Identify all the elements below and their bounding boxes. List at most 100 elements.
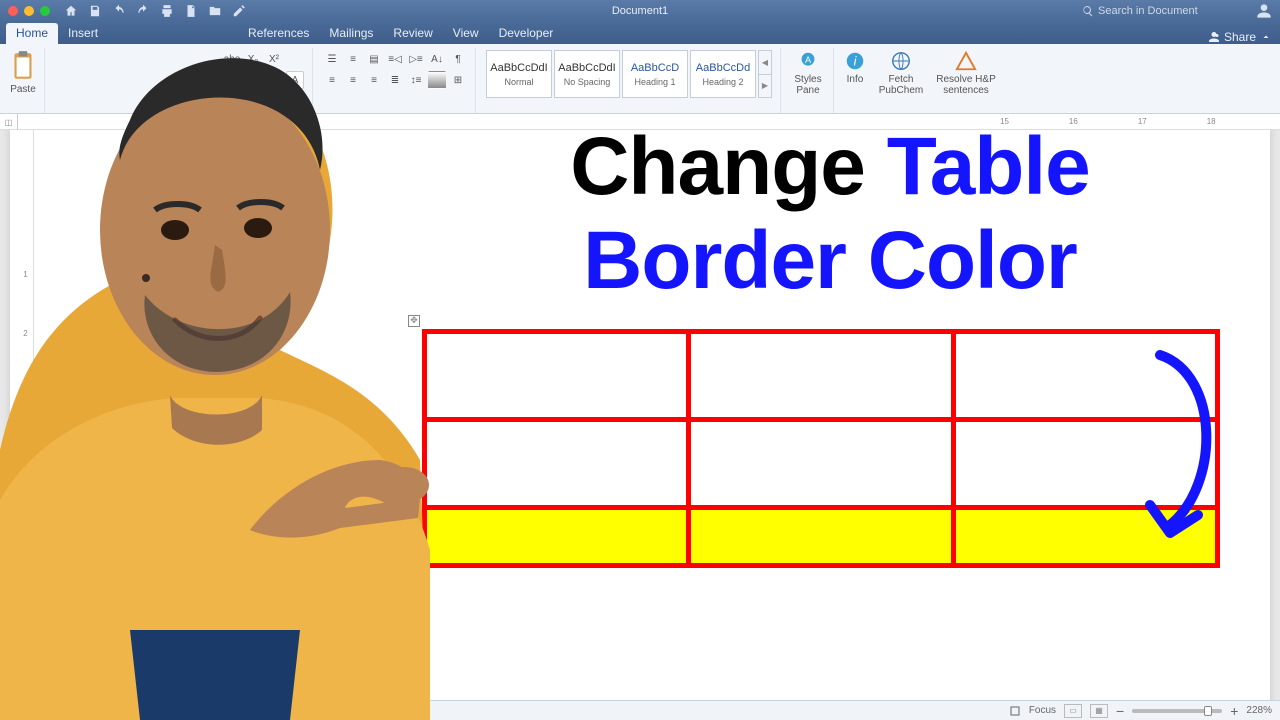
table-cell[interactable] xyxy=(689,419,953,507)
show-marks-button[interactable]: ¶ xyxy=(449,50,467,68)
user-icon[interactable] xyxy=(1256,3,1272,19)
style-gallery-nav[interactable]: ◀▶ xyxy=(758,50,772,98)
strike-button[interactable]: abe xyxy=(223,50,241,68)
char-border-button[interactable]: A xyxy=(286,71,304,89)
align-left-button[interactable]: ≡ xyxy=(323,71,341,89)
table-cell[interactable] xyxy=(689,507,953,565)
tab-developer[interactable]: Developer xyxy=(489,23,564,44)
font-controls-group: abe X₂ X² A A A A xyxy=(221,48,313,113)
numbering-button[interactable]: ≡ xyxy=(344,50,362,68)
search-icon xyxy=(1082,5,1094,17)
sort-button[interactable]: A↓ xyxy=(428,50,446,68)
ruler-mark: 16 xyxy=(1069,117,1078,126)
open-icon[interactable] xyxy=(208,4,222,18)
search-box[interactable] xyxy=(1082,5,1248,17)
demo-table[interactable] xyxy=(422,329,1220,568)
font-color-button[interactable]: A xyxy=(244,71,262,89)
document-page[interactable]: Change Table Border Color ✥ xyxy=(10,130,1270,700)
ribbon-tabs: Home Insert References Mailings Review V… xyxy=(0,22,1280,44)
share-button[interactable]: Share xyxy=(1208,30,1280,44)
table-move-handle[interactable]: ✥ xyxy=(408,315,420,327)
tab-review[interactable]: Review xyxy=(383,23,442,44)
table-cell[interactable] xyxy=(689,331,953,419)
table-wrapper: ✥ xyxy=(422,329,1230,568)
style-name: Heading 1 xyxy=(634,77,675,87)
paste-label: Paste xyxy=(10,84,36,95)
table-cell[interactable] xyxy=(425,419,689,507)
arrow-annotation xyxy=(1120,345,1230,555)
web-layout-view-button[interactable]: ▦ xyxy=(1090,704,1108,718)
styles-pane-icon: A xyxy=(797,50,819,72)
zoom-in-button[interactable]: + xyxy=(1230,703,1238,719)
tab-view[interactable]: View xyxy=(443,23,489,44)
save-icon[interactable] xyxy=(88,4,102,18)
zoom-slider[interactable] xyxy=(1132,709,1222,713)
home-icon[interactable] xyxy=(64,4,78,18)
share-label: Share xyxy=(1224,30,1256,44)
edit-icon[interactable] xyxy=(232,4,246,18)
borders-button[interactable]: ⊞ xyxy=(449,71,467,89)
paragraph-group: ☰ ≡ ▤ ≡◁ ▷≡ A↓ ¶ ≡ ≡ ≡ ≣ ↕≡ ⊞ xyxy=(321,48,476,113)
print-icon[interactable] xyxy=(160,4,174,18)
multilevel-button[interactable]: ▤ xyxy=(365,50,383,68)
table-cell[interactable] xyxy=(425,331,689,419)
indent-left-button[interactable]: ≡◁ xyxy=(386,50,404,68)
style-name: No Spacing xyxy=(564,77,611,87)
tab-references[interactable]: References xyxy=(238,23,319,44)
bullets-button[interactable]: ☰ xyxy=(323,50,341,68)
align-center-button[interactable]: ≡ xyxy=(344,71,362,89)
resolve-button[interactable]: Resolve H&P sentences xyxy=(936,50,996,96)
table-row[interactable] xyxy=(425,507,1218,565)
styles-pane-button[interactable]: A Styles Pane xyxy=(791,50,825,96)
ruler-mark: 17 xyxy=(1138,117,1147,126)
undo-icon[interactable] xyxy=(112,4,126,18)
collapse-ribbon-icon[interactable] xyxy=(1260,31,1272,43)
close-window-button[interactable] xyxy=(8,6,18,16)
table-cell[interactable] xyxy=(425,507,689,565)
superscript-button[interactable]: X² xyxy=(265,50,283,68)
tab-mailings[interactable]: Mailings xyxy=(319,23,383,44)
info-icon: i xyxy=(844,50,866,72)
style-no-spacing[interactable]: AaBbCcDdI No Spacing xyxy=(554,50,620,98)
zoom-level[interactable]: 228% xyxy=(1246,705,1272,716)
style-preview: AaBbCcDdI xyxy=(558,62,615,74)
document-title: Document1 xyxy=(612,5,668,17)
tab-insert[interactable]: Insert xyxy=(58,23,108,44)
focus-label[interactable]: Focus xyxy=(1029,705,1056,716)
justify-button[interactable]: ≣ xyxy=(386,71,404,89)
search-input[interactable] xyxy=(1098,5,1248,17)
style-normal[interactable]: AaBbCcDdI Normal xyxy=(486,50,552,98)
redo-icon[interactable] xyxy=(136,4,150,18)
table-row[interactable] xyxy=(425,419,1218,507)
info-label: Info xyxy=(847,74,864,85)
style-heading-2[interactable]: AaBbCcDd Heading 2 xyxy=(690,50,756,98)
info-button[interactable]: i Info xyxy=(844,50,866,96)
share-icon xyxy=(1208,31,1220,43)
resolve-label: Resolve H&P sentences xyxy=(936,74,996,96)
highlight-button[interactable]: A xyxy=(223,71,241,89)
print-layout-view-button[interactable]: ▭ xyxy=(1064,704,1082,718)
new-doc-icon[interactable] xyxy=(184,4,198,18)
ruler-mark: 18 xyxy=(1207,117,1216,126)
style-preview: AaBbCcDd xyxy=(696,62,750,74)
indent-right-button[interactable]: ▷≡ xyxy=(407,50,425,68)
style-heading-1[interactable]: AaBbCcD Heading 1 xyxy=(622,50,688,98)
zoom-thumb[interactable] xyxy=(1204,706,1212,716)
fetch-pubchem-button[interactable]: Fetch PubChem xyxy=(878,50,924,96)
zoom-out-button[interactable]: − xyxy=(1116,703,1124,719)
line-spacing-button[interactable]: ↕≡ xyxy=(407,71,425,89)
paste-button[interactable]: Paste xyxy=(10,50,36,95)
char-shading-button[interactable]: A xyxy=(265,71,283,89)
shading-button[interactable] xyxy=(428,71,446,89)
style-name: Normal xyxy=(504,77,533,87)
minimize-window-button[interactable] xyxy=(24,6,34,16)
subscript-button[interactable]: X₂ xyxy=(244,50,262,68)
table-row[interactable] xyxy=(425,331,1218,419)
vertical-ruler[interactable]: 123 xyxy=(18,130,34,680)
tab-home[interactable]: Home xyxy=(6,23,58,44)
horizontal-ruler[interactable]: ◫ 15 16 17 18 xyxy=(0,114,1280,130)
align-right-button[interactable]: ≡ xyxy=(365,71,383,89)
maximize-window-button[interactable] xyxy=(40,6,50,16)
quick-access-toolbar xyxy=(64,4,246,18)
focus-icon xyxy=(1009,705,1021,717)
